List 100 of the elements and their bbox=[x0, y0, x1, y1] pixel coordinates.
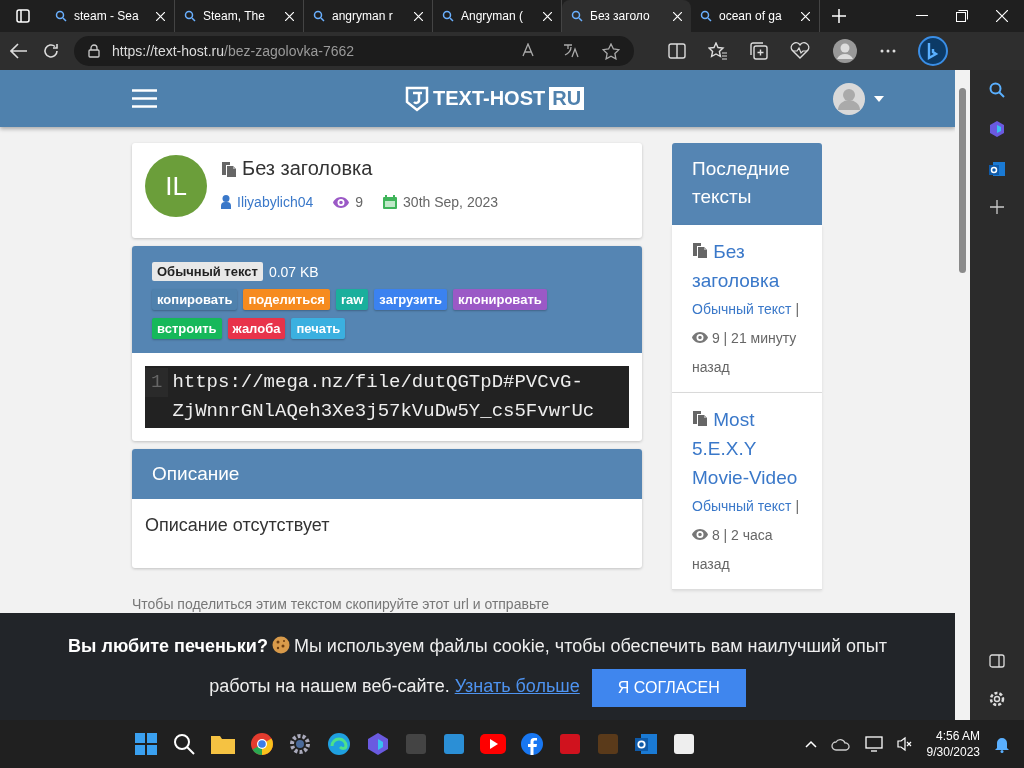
close-icon[interactable] bbox=[285, 11, 294, 21]
facebook-icon[interactable] bbox=[520, 732, 544, 756]
heart-pulse-icon[interactable] bbox=[790, 42, 810, 60]
more-icon[interactable] bbox=[880, 49, 896, 53]
documents-icon bbox=[692, 241, 708, 258]
collections-icon[interactable] bbox=[750, 42, 768, 60]
cookie-icon bbox=[271, 636, 290, 655]
edge-icon[interactable] bbox=[326, 731, 352, 757]
recent-text-item[interactable]: Без заголовка Обычный текст | 9 | 21 минуту назад bbox=[672, 225, 822, 393]
documents-icon bbox=[221, 160, 237, 177]
search-icon[interactable] bbox=[989, 82, 1005, 98]
folder-icon[interactable] bbox=[210, 733, 236, 755]
code-text: https://mega.nz/file/dutQGTpD#PVCvG-ZjWnnrGNlAQeh3Xe3j57kVuDw5Y_cs5FvwrUc bbox=[171, 370, 596, 424]
search-icon bbox=[700, 10, 712, 22]
search-icon bbox=[313, 10, 325, 22]
user-icon bbox=[221, 195, 231, 209]
paste-title: Без заголовка bbox=[242, 157, 373, 180]
gear-icon[interactable] bbox=[288, 732, 312, 756]
new-tab-icon[interactable] bbox=[832, 9, 846, 23]
recent-texts-heading: Последние тексты bbox=[672, 143, 822, 225]
close-icon[interactable] bbox=[996, 10, 1008, 22]
learn-more-link[interactable]: Узнать больше bbox=[454, 676, 580, 697]
user-avatar-icon[interactable] bbox=[832, 81, 867, 116]
chrome-icon[interactable] bbox=[250, 732, 274, 756]
action-button[interactable]: загрузить bbox=[374, 289, 447, 310]
eye-icon bbox=[692, 529, 708, 540]
sidebar-toggle-icon[interactable] bbox=[989, 654, 1005, 668]
lock-icon[interactable] bbox=[88, 44, 100, 58]
search-icon bbox=[184, 10, 196, 22]
recent-title-link[interactable]: Most 5.E.X.Y Movie-Video bbox=[692, 405, 802, 492]
play-icon[interactable] bbox=[480, 734, 506, 754]
favorites-icon[interactable] bbox=[708, 42, 728, 60]
star-icon[interactable] bbox=[602, 42, 620, 60]
translate-icon[interactable] bbox=[562, 42, 580, 59]
tab-actions-icon[interactable] bbox=[16, 9, 30, 23]
close-icon[interactable] bbox=[673, 11, 682, 21]
split-screen-icon[interactable] bbox=[668, 43, 686, 59]
action-button[interactable]: raw bbox=[335, 289, 369, 310]
action-button[interactable]: поделиться bbox=[243, 289, 330, 310]
minimize-icon[interactable] bbox=[916, 15, 928, 17]
action-button[interactable]: клонировать bbox=[452, 289, 547, 310]
type-label: Обычный текст bbox=[152, 262, 263, 281]
paste-date: 30th Sep, 2023 bbox=[403, 194, 499, 210]
caret-icon[interactable] bbox=[874, 95, 885, 102]
size-text: 0.07 KB bbox=[268, 263, 319, 280]
action-button[interactable]: встроить bbox=[152, 318, 222, 339]
documents-icon bbox=[692, 409, 708, 426]
address-field[interactable]: https://text-host.ru/bez-zagolovka-7662 bbox=[74, 36, 634, 66]
restore-icon[interactable] bbox=[956, 10, 968, 22]
view-count: 9 bbox=[355, 194, 364, 210]
refresh-icon[interactable] bbox=[42, 42, 60, 60]
settings-icon[interactable] bbox=[988, 690, 1006, 708]
line-number: 1 bbox=[145, 368, 169, 397]
cookie-message: Вы любите печеньки? Мы используем файлы cookie, чтобы обеспечить вам наилучший опыт работы на нашем веб-сайте. Узнать больше Я СОГЛАСЕН bbox=[37, 626, 918, 707]
outlook-icon[interactable] bbox=[634, 732, 658, 756]
recent-text-item[interactable]: Most 5.E.X.Y Movie-Video Обычный текст | 8 | 2 часа назад bbox=[672, 393, 822, 590]
cloud-icon[interactable] bbox=[830, 737, 851, 751]
search-icon bbox=[571, 10, 583, 22]
back-arrow-icon[interactable] bbox=[10, 43, 28, 59]
scrollbar-thumb[interactable] bbox=[959, 88, 966, 273]
profile-avatar-icon[interactable] bbox=[832, 38, 858, 64]
menu-icon[interactable] bbox=[132, 89, 157, 108]
action-button[interactable]: жалоба bbox=[227, 318, 286, 339]
close-icon[interactable] bbox=[156, 11, 165, 21]
description-heading: Описание bbox=[132, 449, 642, 499]
copilot-icon[interactable] bbox=[366, 732, 390, 756]
eye-icon bbox=[692, 332, 708, 343]
description-text: Описание отсутствует bbox=[144, 514, 331, 537]
post-meta-text: Обычный текст | 9 | 21 минуту назад bbox=[692, 300, 801, 377]
start-icon[interactable] bbox=[134, 732, 158, 756]
eye-icon bbox=[333, 196, 350, 208]
action-button[interactable]: печать bbox=[291, 318, 346, 339]
author-link[interactable]: Iliyabylich04 bbox=[237, 194, 314, 210]
search-icon bbox=[55, 10, 67, 22]
monitor-icon[interactable] bbox=[864, 736, 883, 752]
post-meta-text: Обычный текст | 8 | 2 часа назад bbox=[692, 497, 801, 574]
calendar-icon bbox=[383, 195, 398, 209]
copilot-icon[interactable] bbox=[988, 120, 1006, 138]
search-icon[interactable] bbox=[172, 732, 196, 756]
bell-icon[interactable] bbox=[994, 735, 1010, 753]
type-link[interactable]: Обычный текст bbox=[692, 301, 792, 317]
close-icon[interactable] bbox=[414, 11, 423, 21]
search-icon bbox=[442, 10, 454, 22]
avatar-circle: IL bbox=[145, 155, 207, 217]
browser-tab[interactable]: Без заголо bbox=[562, 0, 691, 32]
bing-chat-icon[interactable] bbox=[918, 36, 948, 66]
action-button[interactable]: копировать bbox=[152, 289, 238, 310]
close-icon[interactable] bbox=[543, 11, 552, 21]
type-link[interactable]: Обычный текст bbox=[692, 498, 792, 514]
chevron-up-icon[interactable] bbox=[804, 740, 817, 748]
clock-date[interactable]: 9/30/2023 bbox=[926, 744, 980, 760]
agree-button[interactable]: Я СОГЛАСЕН bbox=[591, 668, 746, 707]
speaker-muted-icon[interactable] bbox=[896, 736, 913, 752]
site-logo[interactable]: TEXT-HOST RU bbox=[405, 85, 585, 112]
add-icon[interactable] bbox=[990, 200, 1004, 214]
outlook-icon[interactable] bbox=[988, 160, 1006, 178]
clock-time[interactable]: 4:56 AM bbox=[926, 728, 980, 744]
share-hint-text: Чтобы поделиться этим текстом скопируйте этот url и отправьте bbox=[132, 595, 551, 612]
recent-title-link[interactable]: Без заголовка bbox=[692, 237, 802, 295]
close-icon[interactable] bbox=[801, 11, 810, 21]
